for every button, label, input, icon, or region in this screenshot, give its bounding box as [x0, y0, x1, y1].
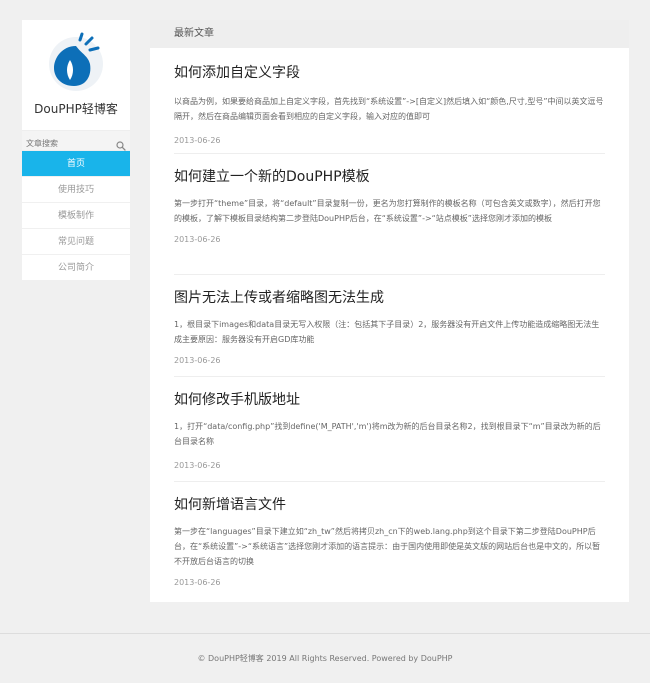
nav-item-faq[interactable]: 常见问题 [22, 229, 130, 255]
leaf-logo-icon [49, 32, 103, 91]
article-date: 2013-06-26 [174, 578, 221, 587]
article-item: 如何建立一个新的DouPHP模板 第一步打开“theme”目录，将“defaul… [174, 154, 605, 275]
article-desc: 1，打开“data/config.php”找到define('M_PATH','… [174, 422, 601, 446]
article-date: 2013-06-26 [174, 136, 221, 145]
search-input[interactable] [22, 134, 112, 153]
article-item: 图片无法上传或者缩略图无法生成 1，根目录下images和data目录无写入权限… [174, 275, 605, 377]
article-item: 如何修改手机版地址 1，打开“data/config.php”找到define(… [174, 377, 605, 482]
article-title[interactable]: 如何新增语言文件 [174, 496, 605, 514]
article-date: 2013-06-26 [174, 356, 221, 365]
article-date: 2013-06-26 [174, 235, 221, 244]
article-title[interactable]: 如何修改手机版地址 [174, 391, 605, 409]
search-box [22, 130, 130, 153]
article-desc: 以商品为例，如果要给商品加上自定义字段，首先找到“系统设置”->[自定义]然后填… [174, 97, 604, 121]
article-item: 如何添加自定义字段 以商品为例，如果要给商品加上自定义字段，首先找到“系统设置”… [174, 48, 605, 154]
search-icon[interactable] [116, 136, 126, 155]
article-date: 2013-06-26 [174, 461, 221, 470]
article-desc: 1，根目录下images和data目录无写入权限（注：包括其下子目录）2，服务器… [174, 320, 600, 344]
main-content: 最新文章 如何添加自定义字段 以商品为例，如果要给商品加上自定义字段，首先找到“… [150, 20, 629, 602]
sidebar: DouPHP轻博客 首页 使用技巧 模板制作 常见问题 公司简介 [22, 20, 130, 281]
nav-item-about[interactable]: 公司简介 [22, 255, 130, 281]
nav-item-tips[interactable]: 使用技巧 [22, 177, 130, 203]
article-title[interactable]: 图片无法上传或者缩略图无法生成 [174, 289, 605, 307]
copyright-text: © DouPHP轻博客 2019 All Rights Reserved. Po… [197, 654, 453, 663]
logo-area: DouPHP轻博客 [22, 20, 130, 130]
article-desc: 第一步在“languages”目录下建立如“zh_tw”然后将拷贝zh_cn下的… [174, 527, 601, 566]
section-heading: 最新文章 [150, 20, 629, 48]
nav-menu: 首页 使用技巧 模板制作 常见问题 公司简介 [22, 151, 130, 281]
site-logo[interactable] [46, 32, 106, 92]
article-desc: 第一步打开“theme”目录，将“default”目录复制一份，更名为您打算制作… [174, 199, 601, 223]
footer: © DouPHP轻博客 2019 All Rights Reserved. Po… [0, 633, 650, 683]
article-title[interactable]: 如何添加自定义字段 [174, 64, 605, 82]
nav-item-templates[interactable]: 模板制作 [22, 203, 130, 229]
nav-item-home[interactable]: 首页 [22, 151, 130, 177]
article-title[interactable]: 如何建立一个新的DouPHP模板 [174, 168, 605, 186]
article-item: 如何新增语言文件 第一步在“languages”目录下建立如“zh_tw”然后将… [174, 482, 605, 587]
site-name: DouPHP轻博客 [34, 102, 118, 116]
